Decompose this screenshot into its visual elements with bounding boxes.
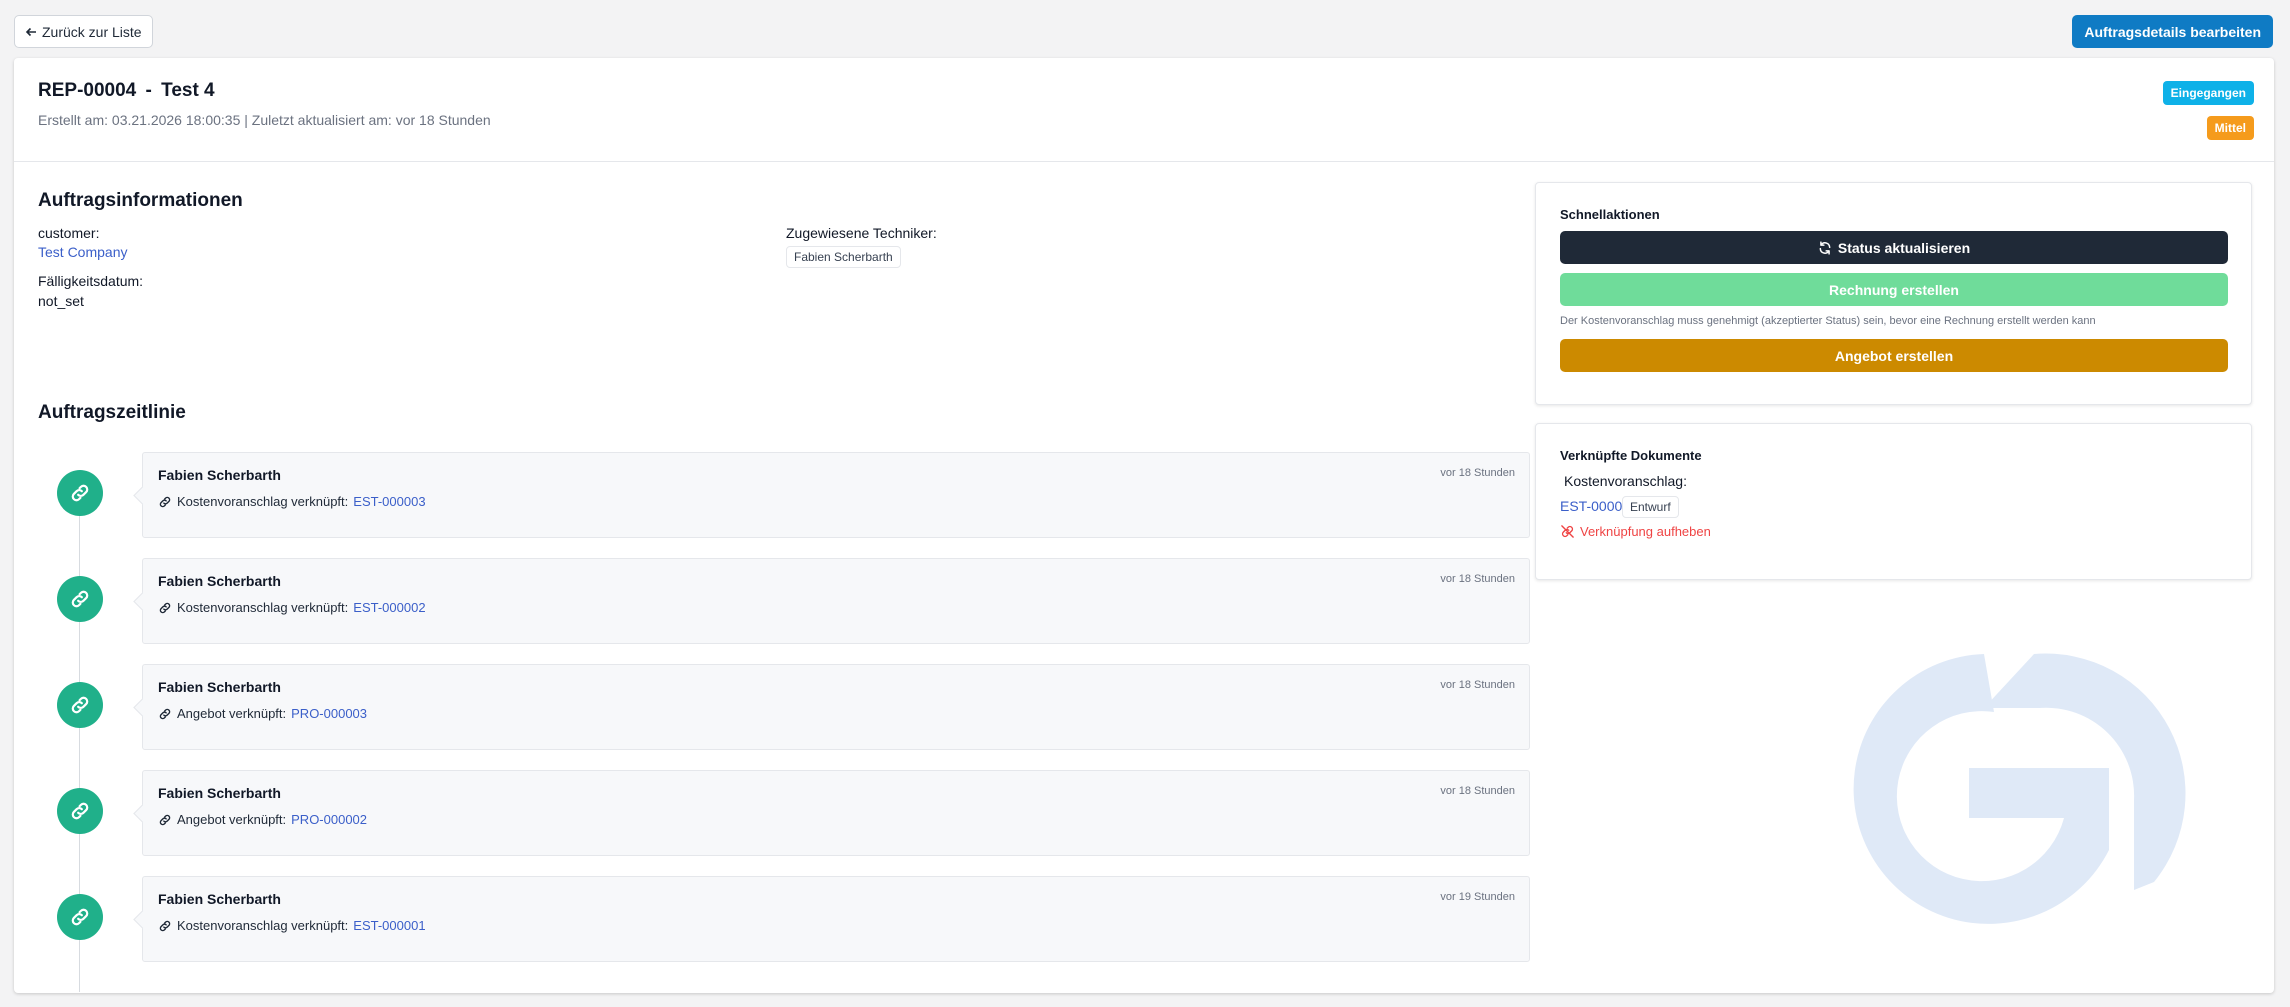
unlink-button[interactable]: Verknüpfung aufheben (1560, 524, 1711, 539)
left-column: Auftragsinformationen customer: Test Com… (38, 190, 1530, 992)
timeline-entry: Fabien Scherbarth vor 18 Stunden Angebot… (142, 770, 1530, 856)
timeline-title: Auftragszeitlinie (38, 402, 186, 423)
quick-actions-title: Schnellaktionen (1560, 207, 1660, 222)
back-to-list-label: Zurück zur Liste (42, 23, 142, 40)
status-badge: Eingegangen (2162, 81, 2254, 105)
logo-watermark (1853, 653, 2186, 924)
link-icon (159, 496, 171, 507)
timeline-item: Fabien Scherbarth vor 18 Stunden Kostenv… (38, 558, 1530, 644)
page-title: REP-00004 - Test 4 (38, 80, 2250, 102)
unlink-label: Verknüpfung aufheben (1580, 524, 1711, 539)
timeline-action: Kostenvoranschlag verknüpft: (177, 494, 349, 509)
invoice-hint: Der Kostenvoranschlag muss genehmigt (ak… (1560, 315, 2096, 327)
timeline-action: Kostenvoranschlag verknüpft: (177, 918, 349, 933)
timeline-time: vor 18 Stunden (1440, 573, 1515, 585)
timeline-item: Fabien Scherbarth vor 18 Stunden Angebot… (38, 770, 1530, 856)
timeline-document-link[interactable]: PRO-000003 (291, 706, 367, 721)
timeline-action: Angebot verknüpft: (177, 706, 287, 721)
timeline-author: Fabien Scherbarth (158, 785, 281, 801)
arrow-left-icon (25, 27, 36, 36)
linked-documents-panel: Verknüpfte Dokumente Kostenvoranschlag: … (1535, 423, 2252, 580)
link-icon (71, 802, 89, 820)
due-date-value: not_set (38, 293, 84, 309)
timeline-text: Angebot verknüpft: PRO-000002 (158, 812, 1514, 827)
timeline-item: Fabien Scherbarth vor 19 Stunden Kostenv… (38, 876, 1530, 962)
timeline-entry: Fabien Scherbarth vor 19 Stunden Kostenv… (142, 876, 1530, 962)
update-status-label: Status aktualisieren (1837, 239, 1971, 256)
unlink-icon (1561, 525, 1574, 538)
timeline-link-dot (57, 894, 103, 940)
update-status-button[interactable]: Status aktualisieren (1560, 231, 2228, 264)
timeline-text: Angebot verknüpft: PRO-000003 (158, 706, 1514, 721)
estimate-status-chip: Entwurf (1622, 496, 1679, 518)
timeline-link-dot (57, 682, 103, 728)
edit-order-details-button[interactable]: Auftragsdetails bearbeiten (2072, 15, 2273, 48)
order-meta: Erstellt am: 03.21.2026 18:00:35 | Zulet… (38, 112, 491, 128)
back-to-list-button[interactable]: Zurück zur Liste (14, 15, 153, 48)
technician-chip: Fabien Scherbarth (786, 246, 901, 268)
refresh-icon (1819, 240, 1831, 255)
timeline-document-link[interactable]: PRO-000002 (291, 812, 367, 827)
timeline-time: vor 19 Stunden (1440, 891, 1515, 903)
linked-documents-title: Verknüpfte Dokumente (1560, 448, 1702, 463)
link-icon (71, 696, 89, 714)
timeline-author: Fabien Scherbarth (158, 891, 281, 907)
timeline-link-dot (57, 788, 103, 834)
timeline-text: Kostenvoranschlag verknüpft: EST-000002 (158, 600, 1514, 615)
order-header: REP-00004 - Test 4 Erstellt am: 03.21.20… (14, 58, 2274, 162)
timeline-action: Kostenvoranschlag verknüpft: (177, 600, 349, 615)
timeline-text: Kostenvoranschlag verknüpft: EST-000003 (158, 494, 1514, 509)
timeline-link-dot (57, 576, 103, 622)
order-id: REP-00004 (38, 80, 137, 101)
estimate-label: Kostenvoranschlag: (1564, 473, 1687, 489)
title-separator: - (145, 80, 152, 101)
timeline-entry: Fabien Scherbarth vor 18 Stunden Kostenv… (142, 452, 1530, 538)
timeline-time: vor 18 Stunden (1440, 785, 1515, 797)
create-invoice-button[interactable]: Rechnung erstellen (1560, 273, 2228, 306)
link-icon (159, 814, 171, 825)
create-offer-button[interactable]: Angebot erstellen (1560, 339, 2228, 372)
order-detail-card: REP-00004 - Test 4 Erstellt am: 03.21.20… (14, 58, 2274, 993)
timeline-author: Fabien Scherbarth (158, 679, 281, 695)
timeline-item: Fabien Scherbarth vor 18 Stunden Kostenv… (38, 452, 1530, 538)
technician-label: Zugewiesene Techniker: (786, 225, 937, 241)
customer-label: customer: (38, 225, 100, 241)
due-date-label: Fälligkeitsdatum: (38, 273, 144, 289)
order-info-grid: customer: Test Company Fälligkeitsdatum:… (38, 212, 1530, 330)
link-icon (159, 602, 171, 613)
link-icon (159, 920, 171, 931)
timeline-item: Fabien Scherbarth vor 18 Stunden Angebot… (38, 664, 1530, 750)
link-icon (71, 908, 89, 926)
priority-badge: Mittel (2206, 116, 2254, 140)
timeline-time: vor 18 Stunden (1440, 679, 1515, 691)
timeline-time: vor 18 Stunden (1440, 467, 1515, 479)
customer-link[interactable]: Test Company (38, 244, 127, 260)
timeline-document-link[interactable]: EST-000003 (353, 494, 425, 509)
timeline-text: Kostenvoranschlag verknüpft: EST-000001 (158, 918, 1514, 933)
timeline-document-link[interactable]: EST-000002 (353, 600, 425, 615)
order-info-title: Auftragsinformationen (38, 190, 243, 211)
link-icon (71, 484, 89, 502)
timeline-link-dot (57, 470, 103, 516)
link-icon (71, 590, 89, 608)
timeline-author: Fabien Scherbarth (158, 573, 281, 589)
quick-actions-panel: Schnellaktionen Status aktualisieren Rec… (1535, 182, 2252, 405)
timeline-action: Angebot verknüpft: (177, 812, 287, 827)
timeline-author: Fabien Scherbarth (158, 467, 281, 483)
link-icon (159, 708, 171, 719)
timeline-document-link[interactable]: EST-000001 (353, 918, 425, 933)
order-name: Test 4 (161, 80, 215, 101)
timeline-entry: Fabien Scherbarth vor 18 Stunden Angebot… (142, 664, 1530, 750)
timeline-entry: Fabien Scherbarth vor 18 Stunden Kostenv… (142, 558, 1530, 644)
